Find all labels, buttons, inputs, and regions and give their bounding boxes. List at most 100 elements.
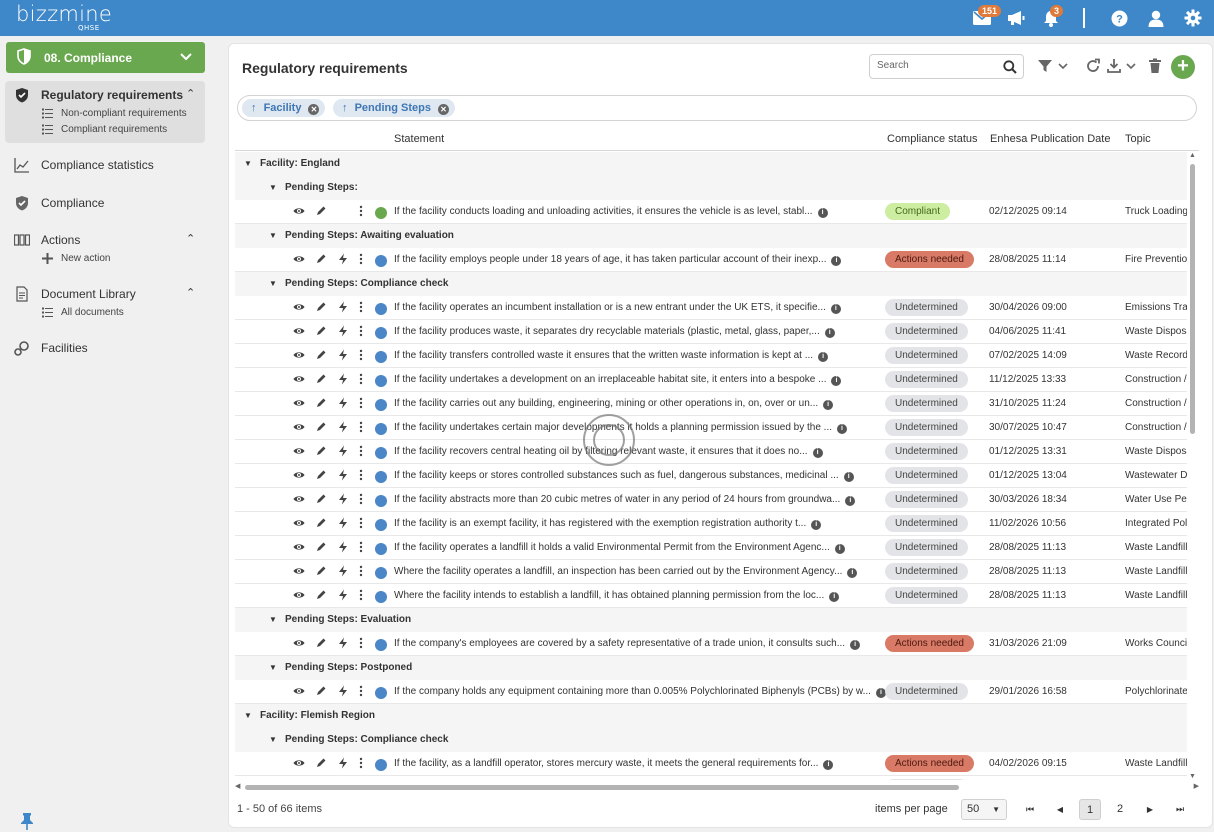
more-kebab-icon[interactable] bbox=[355, 397, 367, 411]
trash-icon[interactable] bbox=[1148, 58, 1162, 74]
table-row[interactable]: If the facility recovers central heating… bbox=[235, 440, 1187, 464]
statement-cell[interactable]: If the facility operates an incumbent in… bbox=[394, 302, 841, 314]
help-icon[interactable]: ? bbox=[1109, 8, 1129, 28]
view-eye-icon[interactable] bbox=[293, 445, 305, 459]
info-icon[interactable]: i bbox=[811, 520, 822, 530]
column-header-statement[interactable]: Statement bbox=[394, 133, 444, 145]
statement-cell[interactable]: If the facility abstracts more than 20 c… bbox=[394, 494, 856, 506]
view-eye-icon[interactable] bbox=[293, 685, 305, 699]
info-icon[interactable]: i bbox=[847, 568, 858, 578]
collapse-triangle-icon[interactable]: ▼ bbox=[269, 231, 277, 240]
edit-pencil-icon[interactable] bbox=[315, 565, 327, 579]
collapse-triangle-icon[interactable]: ▼ bbox=[244, 711, 252, 720]
view-eye-icon[interactable] bbox=[293, 541, 305, 555]
more-kebab-icon[interactable] bbox=[355, 757, 367, 771]
quick-action-bolt-icon[interactable] bbox=[337, 397, 349, 411]
group-row-pending-steps[interactable]: ▼ Pending Steps: Postponed bbox=[235, 656, 1187, 680]
table-row[interactable]: If the facility conducts loading and unl… bbox=[235, 200, 1187, 224]
info-icon[interactable]: i bbox=[831, 376, 842, 386]
info-icon[interactable]: i bbox=[830, 304, 841, 314]
info-icon[interactable]: i bbox=[837, 424, 848, 434]
quick-action-bolt-icon[interactable] bbox=[337, 325, 349, 339]
edit-pencil-icon[interactable] bbox=[315, 445, 327, 459]
page-2-button[interactable]: 2 bbox=[1109, 799, 1131, 820]
edit-pencil-icon[interactable] bbox=[315, 253, 327, 267]
edit-pencil-icon[interactable] bbox=[315, 493, 327, 507]
pin-icon[interactable] bbox=[20, 812, 34, 830]
table-row[interactable]: If the facility is an exempt facility, i… bbox=[235, 512, 1187, 536]
more-kebab-icon[interactable] bbox=[355, 421, 367, 435]
edit-pencil-icon[interactable] bbox=[315, 349, 327, 363]
collapse-triangle-icon[interactable]: ▼ bbox=[269, 279, 277, 288]
table-row[interactable]: If the facility employs people under 18 … bbox=[235, 248, 1187, 272]
quick-action-bolt-icon[interactable] bbox=[337, 469, 349, 483]
edit-pencil-icon[interactable] bbox=[315, 325, 327, 339]
chevron-up-icon[interactable]: ⌃ bbox=[186, 232, 195, 245]
view-eye-icon[interactable] bbox=[293, 253, 305, 267]
filter-icon[interactable] bbox=[1037, 58, 1071, 74]
table-row[interactable]: Where the facility intends to establish … bbox=[235, 584, 1187, 608]
group-row-facility[interactable]: ▼ Facility: England bbox=[235, 152, 1187, 176]
quick-action-bolt-icon[interactable] bbox=[337, 517, 349, 531]
info-icon[interactable]: i bbox=[831, 256, 842, 266]
statement-cell[interactable]: If the company holds any equipment conta… bbox=[394, 686, 886, 698]
scroll-right-icon[interactable]: ▶ bbox=[1194, 782, 1199, 790]
statement-cell[interactable]: If the facility employs people under 18 … bbox=[394, 254, 842, 266]
refresh-icon[interactable] bbox=[1085, 58, 1101, 74]
table-row[interactable]: If the company's employees are covered b… bbox=[235, 632, 1187, 656]
info-icon[interactable]: i bbox=[834, 544, 845, 554]
more-kebab-icon[interactable] bbox=[355, 253, 367, 267]
group-row-pending-steps[interactable]: ▼ Pending Steps: bbox=[235, 176, 1187, 200]
view-eye-icon[interactable] bbox=[293, 589, 305, 603]
prev-page-icon[interactable]: ◀ bbox=[1049, 799, 1071, 820]
more-kebab-icon[interactable] bbox=[355, 565, 367, 579]
quick-action-bolt-icon[interactable] bbox=[337, 757, 349, 771]
info-icon[interactable]: i bbox=[850, 640, 861, 650]
quick-action-bolt-icon[interactable] bbox=[337, 253, 349, 267]
view-eye-icon[interactable] bbox=[293, 349, 305, 363]
more-kebab-icon[interactable] bbox=[355, 517, 367, 531]
collapse-triangle-icon[interactable]: ▼ bbox=[244, 159, 252, 168]
more-kebab-icon[interactable] bbox=[355, 541, 367, 555]
more-kebab-icon[interactable] bbox=[355, 637, 367, 651]
items-per-page-select[interactable]: 50 ▼ bbox=[961, 799, 1007, 820]
statement-cell[interactable]: If the facility conducts loading and unl… bbox=[394, 206, 828, 218]
table-row[interactable]: If the facility transfers controlled was… bbox=[235, 344, 1187, 368]
view-eye-icon[interactable] bbox=[293, 757, 305, 771]
table-row[interactable]: Where the facility operates a landfill, … bbox=[235, 560, 1187, 584]
statement-cell[interactable]: If the facility undertakes a development… bbox=[394, 374, 842, 386]
search-input[interactable] bbox=[877, 60, 997, 71]
statement-cell[interactable]: If the facility is an exempt facility, i… bbox=[394, 518, 822, 530]
edit-pencil-icon[interactable] bbox=[315, 469, 327, 483]
group-row-pending-steps[interactable]: ▼ Pending Steps: Awaiting evaluation bbox=[235, 224, 1187, 248]
more-kebab-icon[interactable] bbox=[355, 205, 367, 219]
view-eye-icon[interactable] bbox=[293, 397, 305, 411]
view-eye-icon[interactable] bbox=[293, 205, 305, 219]
table-row[interactable]: If the facility undertakes certain major… bbox=[235, 416, 1187, 440]
group-row-pending-steps[interactable]: ▼ Pending Steps: Compliance check bbox=[235, 728, 1187, 752]
user-icon[interactable] bbox=[1146, 8, 1166, 28]
statement-cell[interactable]: If the facility keeps or stores controll… bbox=[394, 470, 854, 482]
scroll-left-icon[interactable]: ◀ bbox=[235, 782, 240, 790]
edit-pencil-icon[interactable] bbox=[315, 373, 327, 387]
statement-cell[interactable]: If the facility operates a landfill it h… bbox=[394, 542, 845, 554]
quick-action-bolt-icon[interactable] bbox=[337, 445, 349, 459]
scroll-up-icon[interactable]: ▲ bbox=[1189, 152, 1196, 159]
statement-cell[interactable]: If the facility produces waste, it separ… bbox=[394, 326, 835, 338]
quick-action-bolt-icon[interactable] bbox=[337, 637, 349, 651]
column-header-topic[interactable]: Topic bbox=[1125, 133, 1151, 145]
chip-pending-steps[interactable]: ↑ Pending Steps ✕ bbox=[333, 99, 455, 117]
quick-action-bolt-icon[interactable] bbox=[337, 541, 349, 555]
horizontal-scrollbar[interactable]: ◀ ▶ bbox=[235, 782, 1199, 792]
view-eye-icon[interactable] bbox=[293, 517, 305, 531]
quick-action-bolt-icon[interactable] bbox=[337, 565, 349, 579]
collapse-triangle-icon[interactable]: ▼ bbox=[269, 615, 277, 624]
info-icon[interactable]: i bbox=[824, 328, 835, 338]
edit-pencil-icon[interactable] bbox=[315, 397, 327, 411]
quick-action-bolt-icon[interactable] bbox=[337, 373, 349, 387]
first-page-icon[interactable]: ⏮ bbox=[1019, 799, 1041, 820]
app-logo[interactable]: bizzmine QHSE bbox=[16, 3, 112, 32]
megaphone-icon[interactable] bbox=[1006, 8, 1026, 28]
view-eye-icon[interactable] bbox=[293, 565, 305, 579]
group-row-pending-steps[interactable]: ▼ Pending Steps: Evaluation bbox=[235, 608, 1187, 632]
